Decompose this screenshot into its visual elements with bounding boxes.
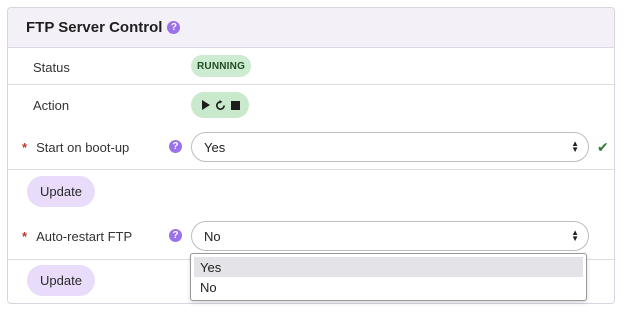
auto-restart-select[interactable]: No ▲ ▼: [191, 221, 589, 251]
auto-restart-label: * Auto-restart FTP: [22, 229, 133, 244]
check-icon: ✔: [597, 139, 609, 155]
stop-icon[interactable]: [230, 100, 240, 110]
auto-restart-dropdown: Yes No: [190, 253, 587, 301]
start-on-boot-label-text: Start on boot-up: [36, 140, 130, 155]
dropdown-option-no[interactable]: No: [194, 277, 583, 297]
help-icon[interactable]: ?: [167, 21, 181, 34]
dropdown-option-yes[interactable]: Yes: [194, 257, 583, 277]
status-badge: RUNNING: [191, 55, 252, 77]
auto-restart-value: No: [204, 228, 221, 244]
help-icon[interactable]: ?: [169, 140, 182, 153]
status-row: Status RUNNING: [8, 49, 614, 85]
required-mark: *: [22, 140, 28, 155]
action-row: Action: [8, 85, 614, 125]
panel-title: FTP Server Control: [26, 19, 163, 36]
status-label: Status: [33, 60, 70, 75]
action-controls: [191, 92, 249, 118]
start-on-boot-value: Yes: [204, 139, 226, 155]
panel-header: FTP Server Control ?: [8, 8, 614, 48]
play-icon[interactable]: [201, 100, 210, 110]
update-start-on-boot-button[interactable]: Update: [27, 176, 95, 207]
select-arrows-icon: ▲ ▼: [571, 228, 579, 243]
start-on-boot-select[interactable]: Yes ▲ ▼: [191, 132, 589, 162]
start-on-boot-row: * Start on boot-up ? Yes ▲ ▼ ✔: [8, 125, 614, 170]
restart-icon[interactable]: [215, 99, 226, 111]
action-label: Action: [33, 98, 70, 113]
auto-restart-label-text: Auto-restart FTP: [36, 229, 133, 244]
start-on-boot-label: * Start on boot-up: [22, 140, 130, 155]
required-mark: *: [22, 229, 28, 244]
select-arrows-icon: ▲ ▼: [571, 139, 579, 154]
help-icon[interactable]: ?: [169, 229, 182, 242]
update-auto-restart-button[interactable]: Update: [27, 265, 95, 296]
